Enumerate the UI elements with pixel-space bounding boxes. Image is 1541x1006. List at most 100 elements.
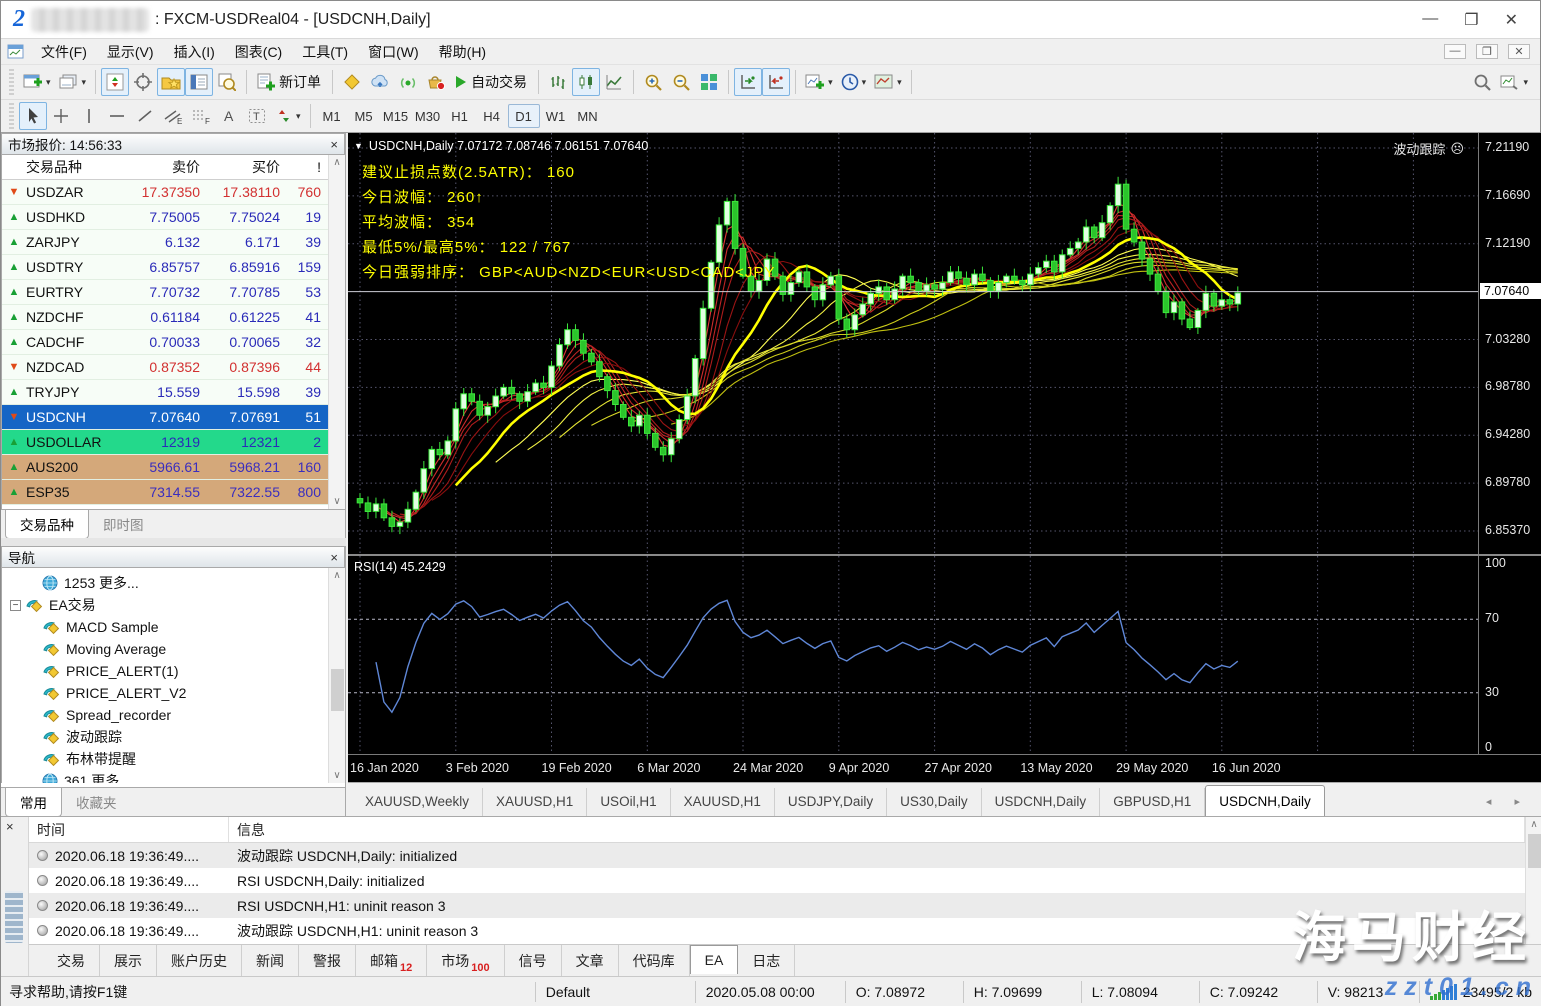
strategy-tester-button[interactable] xyxy=(213,68,241,96)
autotrading-button[interactable]: 自动交易 xyxy=(450,68,533,96)
market-watch-row-usdcnh[interactable]: ▼ USDCNH 7.07640 7.07691 51 xyxy=(2,405,345,430)
chart-tab-6[interactable]: USDCNH,Daily xyxy=(982,788,1101,816)
col-spread[interactable]: ! xyxy=(288,159,329,175)
market-watch-tab-1[interactable]: 即时图 xyxy=(89,510,158,538)
new-order-button[interactable]: 新订单 xyxy=(252,68,327,96)
terminal-tab-邮箱[interactable]: 邮箱 12 xyxy=(356,945,428,977)
terminal-tab-新闻[interactable]: 新闻 xyxy=(242,945,299,977)
tree-item-5[interactable]: PRICE_ALERT_V2 xyxy=(2,682,328,704)
tree-item-1[interactable]: − EA交易 xyxy=(2,594,328,616)
market-watch-scrollbar[interactable]: ∧ ∨ xyxy=(328,155,345,509)
terminal-grip[interactable] xyxy=(5,891,23,943)
navigator-tab-0[interactable]: 常用 xyxy=(5,788,62,817)
scroll-up-icon[interactable]: ∧ xyxy=(333,157,340,168)
mdi-minimize-button[interactable]: — xyxy=(1444,44,1466,59)
menu-item-2[interactable]: 插入(I) xyxy=(164,42,225,62)
scroll-up-icon[interactable]: ∧ xyxy=(1530,819,1537,830)
market-watch-row-usdzar[interactable]: ▼ USDZAR 17.37350 17.38110 760 xyxy=(2,180,345,205)
candle-chart-button[interactable] xyxy=(572,68,601,96)
terminal-tab-日志[interactable]: 日志 xyxy=(738,945,796,977)
mdi-close-button[interactable]: ✕ xyxy=(1508,44,1530,59)
timeframe-d1[interactable]: D1 xyxy=(507,104,540,128)
terminal-tab-警报[interactable]: 警报 xyxy=(299,945,356,977)
periods-button[interactable]: ▾ xyxy=(837,68,871,96)
fibonacci-tool[interactable]: F xyxy=(187,102,215,130)
timeframe-w1[interactable]: W1 xyxy=(540,104,572,128)
terminal-col-1[interactable]: 信息 xyxy=(229,817,1525,842)
new-chart-button[interactable]: ▾ xyxy=(19,68,55,96)
market-button[interactable] xyxy=(422,68,450,96)
chart-tab-5[interactable]: US30,Daily xyxy=(887,788,982,816)
zoom-out-button[interactable] xyxy=(667,68,695,96)
collapse-indicator-icon[interactable]: ▼ xyxy=(354,141,363,151)
tree-expander-icon[interactable]: − xyxy=(10,599,21,611)
cloud-button[interactable] xyxy=(366,68,394,96)
market-watch-row-usdhkd[interactable]: ▲ USDHKD 7.75005 7.75024 19 xyxy=(2,205,345,230)
close-button[interactable]: ✕ xyxy=(1505,10,1518,30)
panel-splitter[interactable] xyxy=(1,538,346,546)
menu-item-0[interactable]: 文件(F) xyxy=(31,42,97,62)
minimize-button[interactable]: — xyxy=(1422,10,1438,30)
market-watch-row-cadchf[interactable]: ▲ CADCHF 0.70033 0.70065 32 xyxy=(2,330,345,355)
navigator-tab-1[interactable]: 收藏夹 xyxy=(62,788,131,816)
zoom-in-button[interactable] xyxy=(639,68,667,96)
scroll-up-icon[interactable]: ∧ xyxy=(333,570,340,581)
auto-scroll-button[interactable] xyxy=(734,68,763,96)
rsi-plot[interactable] xyxy=(348,556,1478,756)
market-watch-row-aus200[interactable]: ▲ AUS200 5966.61 5968.21 160 xyxy=(2,455,345,480)
scroll-down-icon[interactable]: ∨ xyxy=(333,496,340,507)
market-watch-row-tryjpy[interactable]: ▲ TRYJPY 15.559 15.598 39 xyxy=(2,380,345,405)
market-watch-tab-0[interactable]: 交易品种 xyxy=(5,510,89,539)
terminal-col-0[interactable]: 时间 xyxy=(29,817,229,842)
metaeditor-button[interactable] xyxy=(338,68,366,96)
navigator-toggle[interactable] xyxy=(157,68,186,96)
hline-tool[interactable] xyxy=(103,102,131,130)
chart-tab-4[interactable]: USDJPY,Daily xyxy=(775,788,888,816)
line-chart-button[interactable] xyxy=(600,68,628,96)
col-ask[interactable]: 买价 xyxy=(208,157,288,177)
menu-item-5[interactable]: 窗口(W) xyxy=(358,42,429,62)
menu-item-6[interactable]: 帮助(H) xyxy=(429,42,496,62)
terminal-tab-展示[interactable]: 展示 xyxy=(100,945,157,977)
terminal-log-row-1[interactable]: 2020.06.18 19:36:49.... RSI USDCNH,Daily:… xyxy=(29,868,1525,893)
market-watch-row-eurtry[interactable]: ▲ EURTRY 7.70732 7.70785 53 xyxy=(2,280,345,305)
tree-item-8[interactable]: 布林带提醒 xyxy=(2,748,328,770)
templates-button[interactable]: ▾ xyxy=(870,68,906,96)
timeframe-mn[interactable]: MN xyxy=(572,104,604,128)
profiles-button[interactable]: ▾ xyxy=(55,68,91,96)
scroll-thumb[interactable] xyxy=(330,669,344,711)
terminal-log-row-0[interactable]: 2020.06.18 19:36:49.... 波动跟踪 USDCNH,Daily… xyxy=(29,843,1525,868)
market-watch-row-zarjpy[interactable]: ▲ ZARJPY 6.132 6.171 39 xyxy=(2,230,345,255)
timeframe-h1[interactable]: H1 xyxy=(444,104,476,128)
main-chart[interactable]: ▼ USDCNH,Daily 7.07172 7.08746 7.06151 7… xyxy=(348,133,1541,554)
signals-button[interactable] xyxy=(394,68,422,96)
market-watch-row-usdollar[interactable]: ▲ USDOLLAR 12319 12321 2 xyxy=(2,430,345,455)
terminal-tab-账户历史[interactable]: 账户历史 xyxy=(157,945,242,977)
timeframe-m5[interactable]: M5 xyxy=(348,104,380,128)
chart-tab-2[interactable]: USOil,H1 xyxy=(587,788,671,816)
terminal-tab-交易[interactable]: 交易 xyxy=(43,945,100,977)
terminal-close-icon[interactable]: × xyxy=(6,819,14,834)
tree-item-9[interactable]: 361 更多... xyxy=(2,770,328,783)
timeframe-m15[interactable]: M15 xyxy=(380,104,412,128)
date-axis[interactable]: 16 Jan 2020 3 Feb 2020 19 Feb 2020 6 Mar 20… xyxy=(348,754,1541,782)
vline-tool[interactable] xyxy=(75,102,103,130)
terminal-tab-EA[interactable]: EA xyxy=(689,945,739,974)
terminal-tab-信号[interactable]: 信号 xyxy=(505,945,562,977)
trendline-tool[interactable] xyxy=(131,102,159,130)
tab-scroll-arrows[interactable]: ◂ ▸ xyxy=(1474,795,1541,816)
indicators-button[interactable]: ▾ xyxy=(801,68,837,96)
terminal-tab-代码库[interactable]: 代码库 xyxy=(619,945,690,977)
market-watch-row-usdtry[interactable]: ▲ USDTRY 6.85757 6.85916 159 xyxy=(2,255,345,280)
rsi-subwindow[interactable]: RSI(14) 45.2429 100 70 30 0 xyxy=(348,554,1541,756)
terminal-log-row-3[interactable]: 2020.06.18 19:36:49.... 波动跟踪 USDCNH,H1: u… xyxy=(29,918,1525,943)
status-template[interactable]: Default xyxy=(536,981,696,1003)
market-watch-row-nzdchf[interactable]: ▲ NZDCHF 0.61184 0.61225 41 xyxy=(2,305,345,330)
market-watch-row-nzdcad[interactable]: ▼ NZDCAD 0.87352 0.87396 44 xyxy=(2,355,345,380)
text-tool[interactable]: A xyxy=(215,102,243,130)
terminal-scrollbar[interactable]: ∧ xyxy=(1525,817,1541,945)
crosshair-tool[interactable] xyxy=(47,102,75,130)
channel-tool[interactable]: E xyxy=(159,102,187,130)
menu-item-4[interactable]: 工具(T) xyxy=(292,42,358,62)
navigator-close-icon[interactable]: × xyxy=(330,550,338,565)
